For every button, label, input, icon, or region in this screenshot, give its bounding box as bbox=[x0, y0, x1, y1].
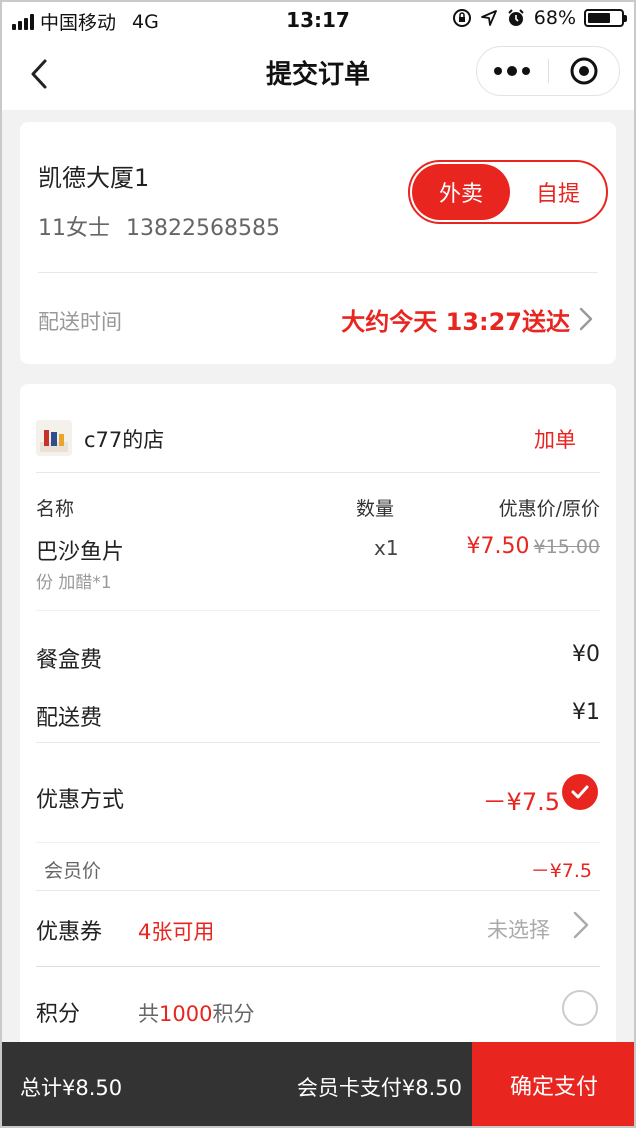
discount-value: －¥7.5 bbox=[482, 788, 560, 816]
box-fee-label: 餐盒费 bbox=[36, 648, 103, 673]
divider bbox=[38, 272, 598, 273]
delivery-time-value[interactable]: 大约今天 13:27送达 bbox=[341, 302, 570, 337]
points-amount: 1000 bbox=[159, 1002, 213, 1026]
address-name[interactable]: 凯德大厦1 bbox=[38, 158, 149, 193]
member-price-value: －¥7.5 bbox=[530, 860, 592, 882]
delivery-fee-label: 配送费 bbox=[36, 706, 103, 731]
points-prefix: 共 bbox=[138, 1002, 159, 1026]
battery-percent: 68% bbox=[533, 7, 576, 29]
item-original-price: ¥15.00 bbox=[533, 536, 600, 558]
checkmark-icon bbox=[571, 785, 589, 799]
order-card: c77的店 加单 名称 数量 优惠价/原价 巴沙鱼片 份 加醋*1 x1 ¥7.… bbox=[20, 384, 616, 1084]
contact-info: 11女士 13822568585 bbox=[38, 210, 280, 242]
shop-logo bbox=[36, 420, 72, 456]
coupon-label: 优惠券 bbox=[36, 920, 103, 945]
delivery-card: 凯德大厦1 11女士 13822568585 外卖 自提 配送时间 大约今天 13… bbox=[20, 122, 616, 364]
item-spec: 份 加醋*1 bbox=[36, 573, 112, 593]
points-radio[interactable] bbox=[562, 990, 598, 1026]
nav-bar: 提交订单 bbox=[0, 40, 636, 110]
item-discount-price: ¥7.50 bbox=[466, 534, 530, 559]
header-qty: 数量 bbox=[356, 498, 395, 520]
status-bar: 中国移动 4G 13:17 68% bbox=[0, 0, 636, 40]
divider bbox=[36, 890, 600, 891]
divider bbox=[36, 742, 600, 743]
location-icon bbox=[480, 10, 497, 26]
status-right: 68% bbox=[452, 7, 627, 29]
divider bbox=[36, 610, 600, 611]
delivery-time-label: 配送时间 bbox=[38, 310, 122, 334]
rotation-lock-icon bbox=[452, 9, 471, 27]
target-icon bbox=[570, 57, 598, 85]
mode-pickup-option[interactable]: 自提 bbox=[510, 164, 606, 220]
delivery-mode-toggle: 外卖 自提 bbox=[408, 160, 608, 224]
chevron-right-icon[interactable] bbox=[578, 306, 594, 332]
header-price: 优惠价/原价 bbox=[498, 498, 600, 520]
divider bbox=[36, 472, 600, 473]
bottom-bar: 总计¥8.50 会员卡支付¥8.50 确定支付 bbox=[0, 1042, 636, 1128]
item-name: 巴沙鱼片 bbox=[36, 540, 125, 565]
item-qty: x1 bbox=[374, 536, 399, 560]
confirm-pay-button[interactable]: 确定支付 bbox=[472, 1042, 636, 1128]
divider bbox=[36, 842, 600, 843]
battery-icon bbox=[584, 9, 627, 27]
chevron-right-icon[interactable] bbox=[572, 910, 590, 940]
more-button[interactable] bbox=[477, 47, 548, 95]
shop-name: c77的店 bbox=[84, 428, 165, 452]
discount-check[interactable] bbox=[562, 774, 598, 810]
add-order-button[interactable]: 加单 bbox=[534, 424, 576, 454]
delivery-fee-value: ¥1 bbox=[572, 700, 600, 725]
close-miniprogram-button[interactable] bbox=[549, 47, 620, 95]
alarm-icon bbox=[508, 9, 524, 26]
points-suffix: 积分 bbox=[212, 1002, 255, 1026]
header-name: 名称 bbox=[36, 498, 75, 520]
member-price-label: 会员价 bbox=[44, 860, 102, 882]
total-amount: 总计¥8.50 bbox=[20, 1076, 123, 1100]
mode-delivery-option[interactable]: 外卖 bbox=[412, 164, 510, 220]
coupon-select[interactable]: 未选择 bbox=[487, 914, 550, 944]
mini-program-capsule bbox=[476, 46, 620, 96]
discount-label: 优惠方式 bbox=[36, 788, 125, 813]
coupon-count: 4张可用 bbox=[138, 920, 215, 944]
member-card-pay: 会员卡支付¥8.50 bbox=[296, 1076, 462, 1100]
box-fee-value: ¥0 bbox=[572, 642, 600, 667]
contact-phone: 13822568585 bbox=[126, 216, 280, 241]
item-price: ¥7.50 ¥15.00 bbox=[467, 534, 600, 559]
more-dots-icon bbox=[494, 67, 503, 75]
points-label: 积分 bbox=[36, 1002, 81, 1027]
divider bbox=[36, 966, 600, 967]
points-text: 共1000积分 bbox=[138, 998, 254, 1028]
contact-name: 11女士 bbox=[38, 216, 110, 241]
